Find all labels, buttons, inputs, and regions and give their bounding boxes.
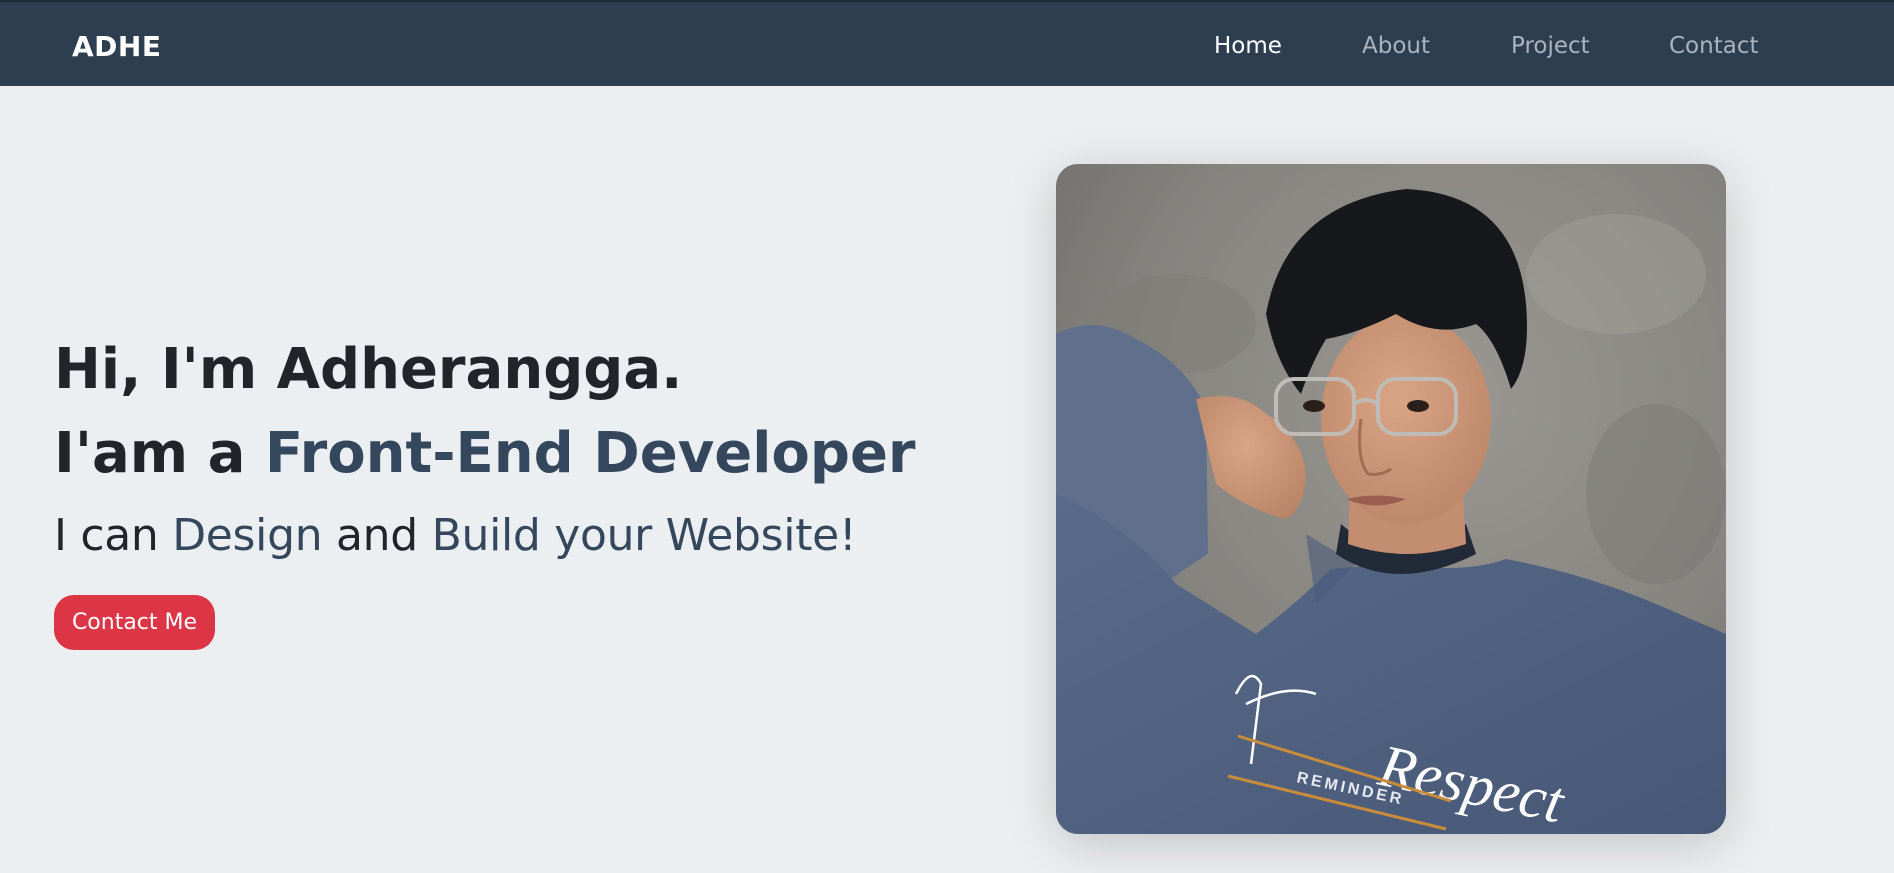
role-prefix: I'am a	[54, 421, 246, 486]
tagline-and: and	[336, 510, 418, 561]
tagline-build: Build your Website!	[431, 510, 857, 561]
portrait-illustration: Respect REMINDER	[1056, 164, 1726, 834]
nav-link-home[interactable]: Home	[1214, 33, 1282, 59]
hero-section: Hi, I'm Adherangga. I'am a Front-End Dev…	[54, 336, 954, 564]
nav-link-about[interactable]: About	[1362, 33, 1430, 59]
contact-me-button[interactable]: Contact Me	[54, 595, 215, 650]
tagline-design: Design	[172, 510, 323, 561]
nav-link-project[interactable]: Project	[1511, 33, 1590, 59]
hero-role: I'am a Front-End Developer	[54, 420, 954, 488]
hero-greeting: Hi, I'm Adherangga.	[54, 337, 683, 402]
nav-link-contact[interactable]: Contact	[1669, 33, 1758, 59]
profile-photo: Respect REMINDER	[1056, 164, 1726, 834]
role-highlight: Front-End Developer	[264, 421, 916, 486]
tagline-part1: I can	[54, 510, 159, 561]
brand-logo[interactable]: ADHE	[72, 30, 161, 63]
top-navbar: ADHE Home About Project Contact	[0, 0, 1894, 86]
hero-tagline: I can Design and Build your Website!	[54, 508, 954, 564]
